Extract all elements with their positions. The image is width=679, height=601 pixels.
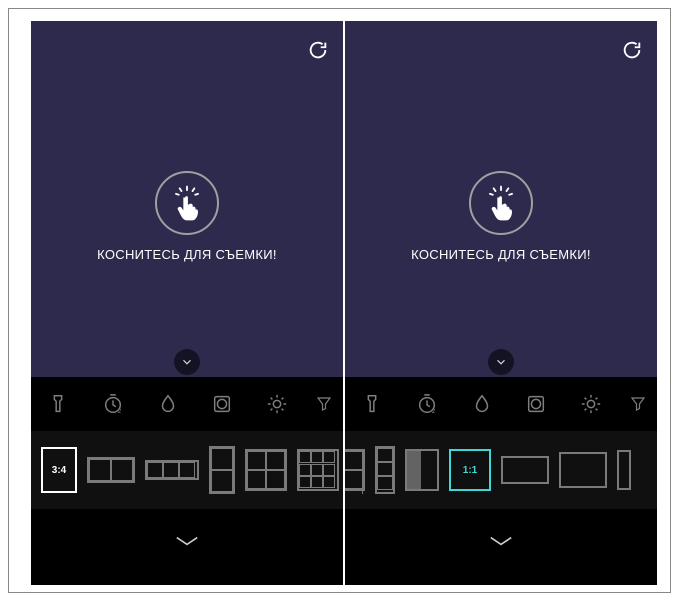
ratio-option-partial-right[interactable] (617, 446, 631, 494)
ratio-selector-row[interactable]: 1:1 (345, 431, 657, 509)
ratio-label: 3:4 (52, 465, 66, 476)
ratio-option-box-a[interactable] (501, 446, 549, 494)
rotate-icon (621, 39, 643, 61)
ratio-option-3x3[interactable] (297, 446, 339, 494)
tap-instruction-label: КОСНИТЕСЬ ДЛЯ СЪЕМКИ! (31, 247, 343, 262)
brightness-tool[interactable] (574, 387, 608, 421)
tap-hand-icon (165, 181, 209, 225)
camera-viewfinder[interactable]: КОСНИТЕСЬ ДЛЯ СЪЕМКИ! (31, 21, 343, 377)
rotate-icon (307, 39, 329, 61)
flashlight-icon (47, 393, 69, 415)
ratio-option-partial-left[interactable] (345, 446, 365, 494)
vignette-tool[interactable] (205, 387, 239, 421)
vignette-icon (211, 393, 233, 415)
ratio-selector-row[interactable]: 3:4 (31, 431, 343, 509)
phone-screen-right: КОСНИТЕСЬ ДЛЯ СЪЕМКИ! 2 (345, 21, 657, 585)
drop-icon (157, 393, 179, 415)
chevron-down-icon (180, 355, 194, 369)
vignette-icon (525, 393, 547, 415)
tap-indicator[interactable] (155, 171, 219, 235)
timer-tool[interactable]: 2 (96, 387, 130, 421)
ratio-option-gradient[interactable] (405, 446, 439, 494)
flash-tool[interactable] (355, 387, 389, 421)
viewfinder-collapse-button[interactable] (488, 349, 514, 375)
ratio-option-1-1[interactable]: 1:1 (449, 446, 491, 494)
collapse-panel-button[interactable] (31, 521, 343, 561)
flashlight-icon (361, 393, 383, 415)
ratio-option-box-b[interactable] (559, 446, 607, 494)
filter-icon (629, 393, 647, 415)
ratio-option-3-4[interactable]: 3:4 (41, 446, 77, 494)
timer-icon: 2 (102, 393, 124, 415)
ratio-label: 1:1 (463, 465, 477, 476)
tool-row: 2 (345, 381, 657, 427)
vignette-tool[interactable] (519, 387, 553, 421)
svg-text:2: 2 (431, 408, 435, 415)
flash-tool[interactable] (41, 387, 75, 421)
timer-tool[interactable]: 2 (410, 387, 444, 421)
tap-instruction-label: КОСНИТЕСЬ ДЛЯ СЪЕМКИ! (345, 247, 657, 262)
rotate-button[interactable] (307, 39, 329, 61)
chevron-down-icon (170, 532, 204, 550)
comparison-frame: КОСНИТЕСЬ ДЛЯ СЪЕМКИ! 2 (8, 8, 671, 593)
drop-tool[interactable] (151, 387, 185, 421)
drop-icon (471, 393, 493, 415)
filter-tool-partial[interactable] (315, 387, 333, 421)
brightness-tool[interactable] (260, 387, 294, 421)
tap-hand-icon (479, 181, 523, 225)
timer-icon: 2 (416, 393, 438, 415)
brightness-icon (266, 393, 288, 415)
svg-text:2: 2 (117, 408, 121, 415)
ratio-option-2x2[interactable] (245, 446, 287, 494)
chevron-down-icon (494, 355, 508, 369)
ratio-option-v2[interactable] (209, 446, 235, 494)
rotate-button[interactable] (621, 39, 643, 61)
filter-icon (315, 393, 333, 415)
brightness-icon (580, 393, 602, 415)
filter-tool-partial[interactable] (629, 387, 647, 421)
collapse-panel-button[interactable] (345, 521, 657, 561)
chevron-down-icon (484, 532, 518, 550)
camera-viewfinder[interactable]: КОСНИТЕСЬ ДЛЯ СЪЕМКИ! (345, 21, 657, 377)
ratio-option-h3[interactable] (145, 446, 199, 494)
ratio-option-v3[interactable] (375, 446, 395, 494)
ratio-option-h2[interactable] (87, 446, 135, 494)
viewfinder-collapse-button[interactable] (174, 349, 200, 375)
tool-row: 2 (31, 381, 343, 427)
phone-screen-left: КОСНИТЕСЬ ДЛЯ СЪЕМКИ! 2 (31, 21, 343, 585)
tap-indicator[interactable] (469, 171, 533, 235)
drop-tool[interactable] (465, 387, 499, 421)
